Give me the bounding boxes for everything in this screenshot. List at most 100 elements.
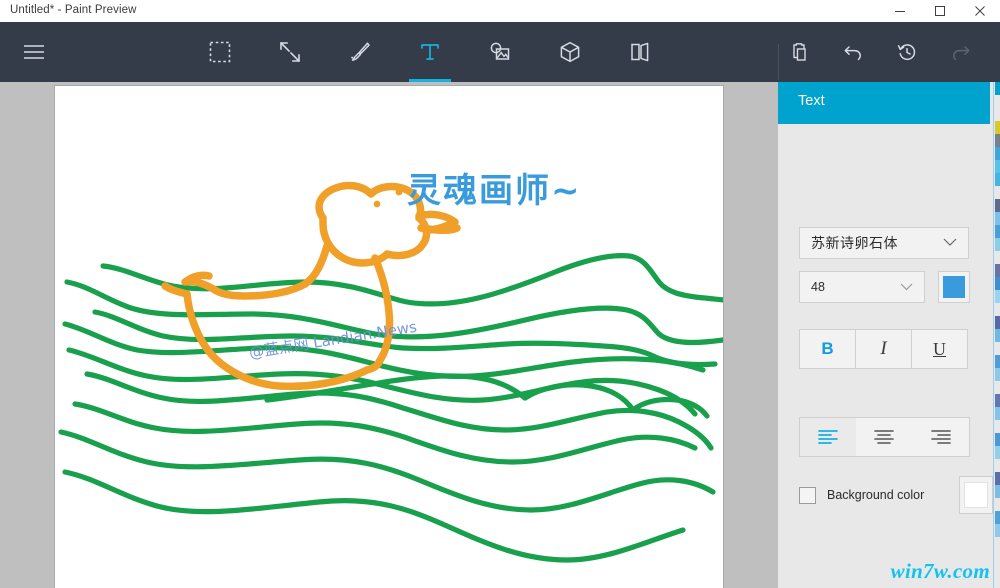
site-watermark-logo: win7w.com bbox=[890, 559, 990, 583]
palette-swatch[interactable] bbox=[995, 316, 1000, 329]
font-family-dropdown[interactable]: 苏新诗卵石体 bbox=[799, 227, 969, 259]
palette-swatch[interactable] bbox=[995, 459, 1000, 472]
palette-swatch[interactable] bbox=[995, 251, 1000, 264]
palette-swatch[interactable] bbox=[995, 82, 1000, 95]
palette-swatch[interactable] bbox=[995, 446, 1000, 459]
canvas-tool-button[interactable] bbox=[605, 22, 675, 82]
paste-button[interactable] bbox=[772, 22, 826, 82]
palette-swatch[interactable] bbox=[995, 121, 1000, 134]
palette-swatch[interactable] bbox=[995, 329, 1000, 342]
italic-label: I bbox=[880, 338, 887, 359]
font-size-dropdown[interactable]: 48 bbox=[799, 271, 925, 303]
align-center-icon bbox=[873, 429, 895, 445]
canvas-panel-icon bbox=[628, 40, 652, 64]
palette-swatch[interactable] bbox=[995, 264, 1000, 277]
palette-swatch[interactable] bbox=[995, 524, 1000, 537]
palette-swatch[interactable] bbox=[995, 186, 1000, 199]
palette-swatch[interactable] bbox=[995, 147, 1000, 160]
resize-arrows-icon bbox=[279, 41, 301, 63]
maximize-button[interactable] bbox=[920, 0, 960, 22]
effects-tool-button[interactable] bbox=[465, 22, 535, 82]
underline-label: U bbox=[933, 338, 946, 359]
align-right-icon bbox=[930, 429, 952, 445]
align-center-button[interactable] bbox=[856, 418, 912, 456]
paintbrush-icon bbox=[348, 40, 372, 64]
palette-swatch[interactable] bbox=[995, 550, 1000, 563]
align-left-icon bbox=[817, 429, 839, 445]
palette-swatch[interactable] bbox=[995, 355, 1000, 368]
text-tool-button[interactable] bbox=[395, 22, 465, 82]
palette-swatch[interactable] bbox=[995, 199, 1000, 212]
hamburger-menu-icon bbox=[22, 43, 46, 61]
palette-swatch[interactable] bbox=[995, 108, 1000, 121]
palette-swatch[interactable] bbox=[995, 303, 1000, 316]
align-left-button[interactable] bbox=[800, 418, 857, 456]
minimize-button[interactable] bbox=[880, 0, 920, 22]
text-properties-panel: Text 苏新诗卵石体 48 B I U Background color bbox=[778, 82, 1000, 588]
canvas-text-object[interactable]: 灵魂画师~ bbox=[407, 171, 582, 211]
palette-swatch[interactable] bbox=[995, 368, 1000, 381]
palette-swatch[interactable] bbox=[995, 563, 1000, 576]
bold-button[interactable]: B bbox=[799, 329, 856, 369]
palette-swatch[interactable] bbox=[995, 95, 1000, 108]
redo-button[interactable] bbox=[934, 22, 988, 82]
palette-swatch[interactable] bbox=[995, 511, 1000, 524]
align-right-button[interactable] bbox=[913, 418, 969, 456]
palette-swatch[interactable] bbox=[995, 160, 1000, 173]
text-color-swatch bbox=[943, 276, 965, 298]
palette-swatch[interactable] bbox=[995, 134, 1000, 147]
brushes-tool-button[interactable] bbox=[325, 22, 395, 82]
hamburger-menu-button[interactable] bbox=[0, 22, 68, 82]
crop-resize-tool-button[interactable] bbox=[255, 22, 325, 82]
palette-swatch[interactable] bbox=[995, 225, 1000, 238]
panel-edge-divider bbox=[993, 82, 994, 588]
palette-swatch[interactable] bbox=[995, 537, 1000, 550]
text-t-icon bbox=[418, 40, 442, 64]
toolbar-left-group bbox=[0, 22, 68, 82]
palette-swatch[interactable] bbox=[995, 277, 1000, 290]
duck-drawing bbox=[161, 181, 461, 391]
toolbar-actions-group bbox=[772, 22, 988, 82]
text-color-swatch-button[interactable] bbox=[938, 271, 970, 303]
close-button[interactable] bbox=[960, 0, 1000, 22]
canvas-workspace[interactable]: 灵魂画师~ @蓝点网 Landian.News 100% − + 2D bbox=[0, 82, 778, 588]
italic-button[interactable]: I bbox=[855, 329, 912, 369]
palette-swatch[interactable] bbox=[995, 342, 1000, 355]
font-family-value: 苏新诗卵石体 bbox=[811, 235, 898, 251]
palette-swatch[interactable] bbox=[995, 407, 1000, 420]
chevron-down-icon bbox=[943, 234, 957, 252]
palette-swatch[interactable] bbox=[995, 498, 1000, 511]
palette-swatch[interactable] bbox=[995, 238, 1000, 251]
background-color-checkbox[interactable] bbox=[799, 486, 816, 504]
color-palette-strip[interactable] bbox=[995, 82, 1000, 588]
palette-swatch[interactable] bbox=[995, 472, 1000, 485]
water-waves bbox=[58, 253, 723, 563]
palette-swatch[interactable] bbox=[995, 433, 1000, 446]
title-bar: Untitled* - Paint Preview bbox=[0, 0, 1000, 23]
palette-swatch[interactable] bbox=[995, 173, 1000, 186]
text-style-group: B I U bbox=[799, 329, 970, 369]
history-button[interactable] bbox=[880, 22, 934, 82]
clipboard-icon bbox=[788, 41, 810, 63]
stickers-icon bbox=[488, 40, 512, 64]
panel-header: Text bbox=[778, 82, 990, 124]
toolbar-tools-group bbox=[185, 22, 675, 82]
background-color-swatch-button[interactable] bbox=[959, 476, 993, 514]
palette-swatch[interactable] bbox=[995, 485, 1000, 498]
palette-swatch[interactable] bbox=[995, 381, 1000, 394]
palette-swatch[interactable] bbox=[995, 394, 1000, 407]
underline-button[interactable]: U bbox=[911, 329, 968, 369]
palette-swatch[interactable] bbox=[995, 290, 1000, 303]
drawing-canvas[interactable]: 灵魂画师~ @蓝点网 Landian.News bbox=[55, 86, 723, 588]
palette-swatch[interactable] bbox=[995, 212, 1000, 225]
undo-button[interactable] bbox=[826, 22, 880, 82]
panel-title: Text bbox=[798, 93, 825, 109]
window-title: Untitled* - Paint Preview bbox=[10, 4, 137, 16]
minimize-icon bbox=[894, 5, 906, 17]
undo-arrow-icon bbox=[842, 41, 864, 63]
palette-swatch[interactable] bbox=[995, 420, 1000, 433]
select-tool-button[interactable] bbox=[185, 22, 255, 82]
palette-swatch[interactable] bbox=[995, 576, 1000, 588]
chevron-down-icon bbox=[900, 278, 913, 296]
three-d-shapes-tool-button[interactable] bbox=[535, 22, 605, 82]
